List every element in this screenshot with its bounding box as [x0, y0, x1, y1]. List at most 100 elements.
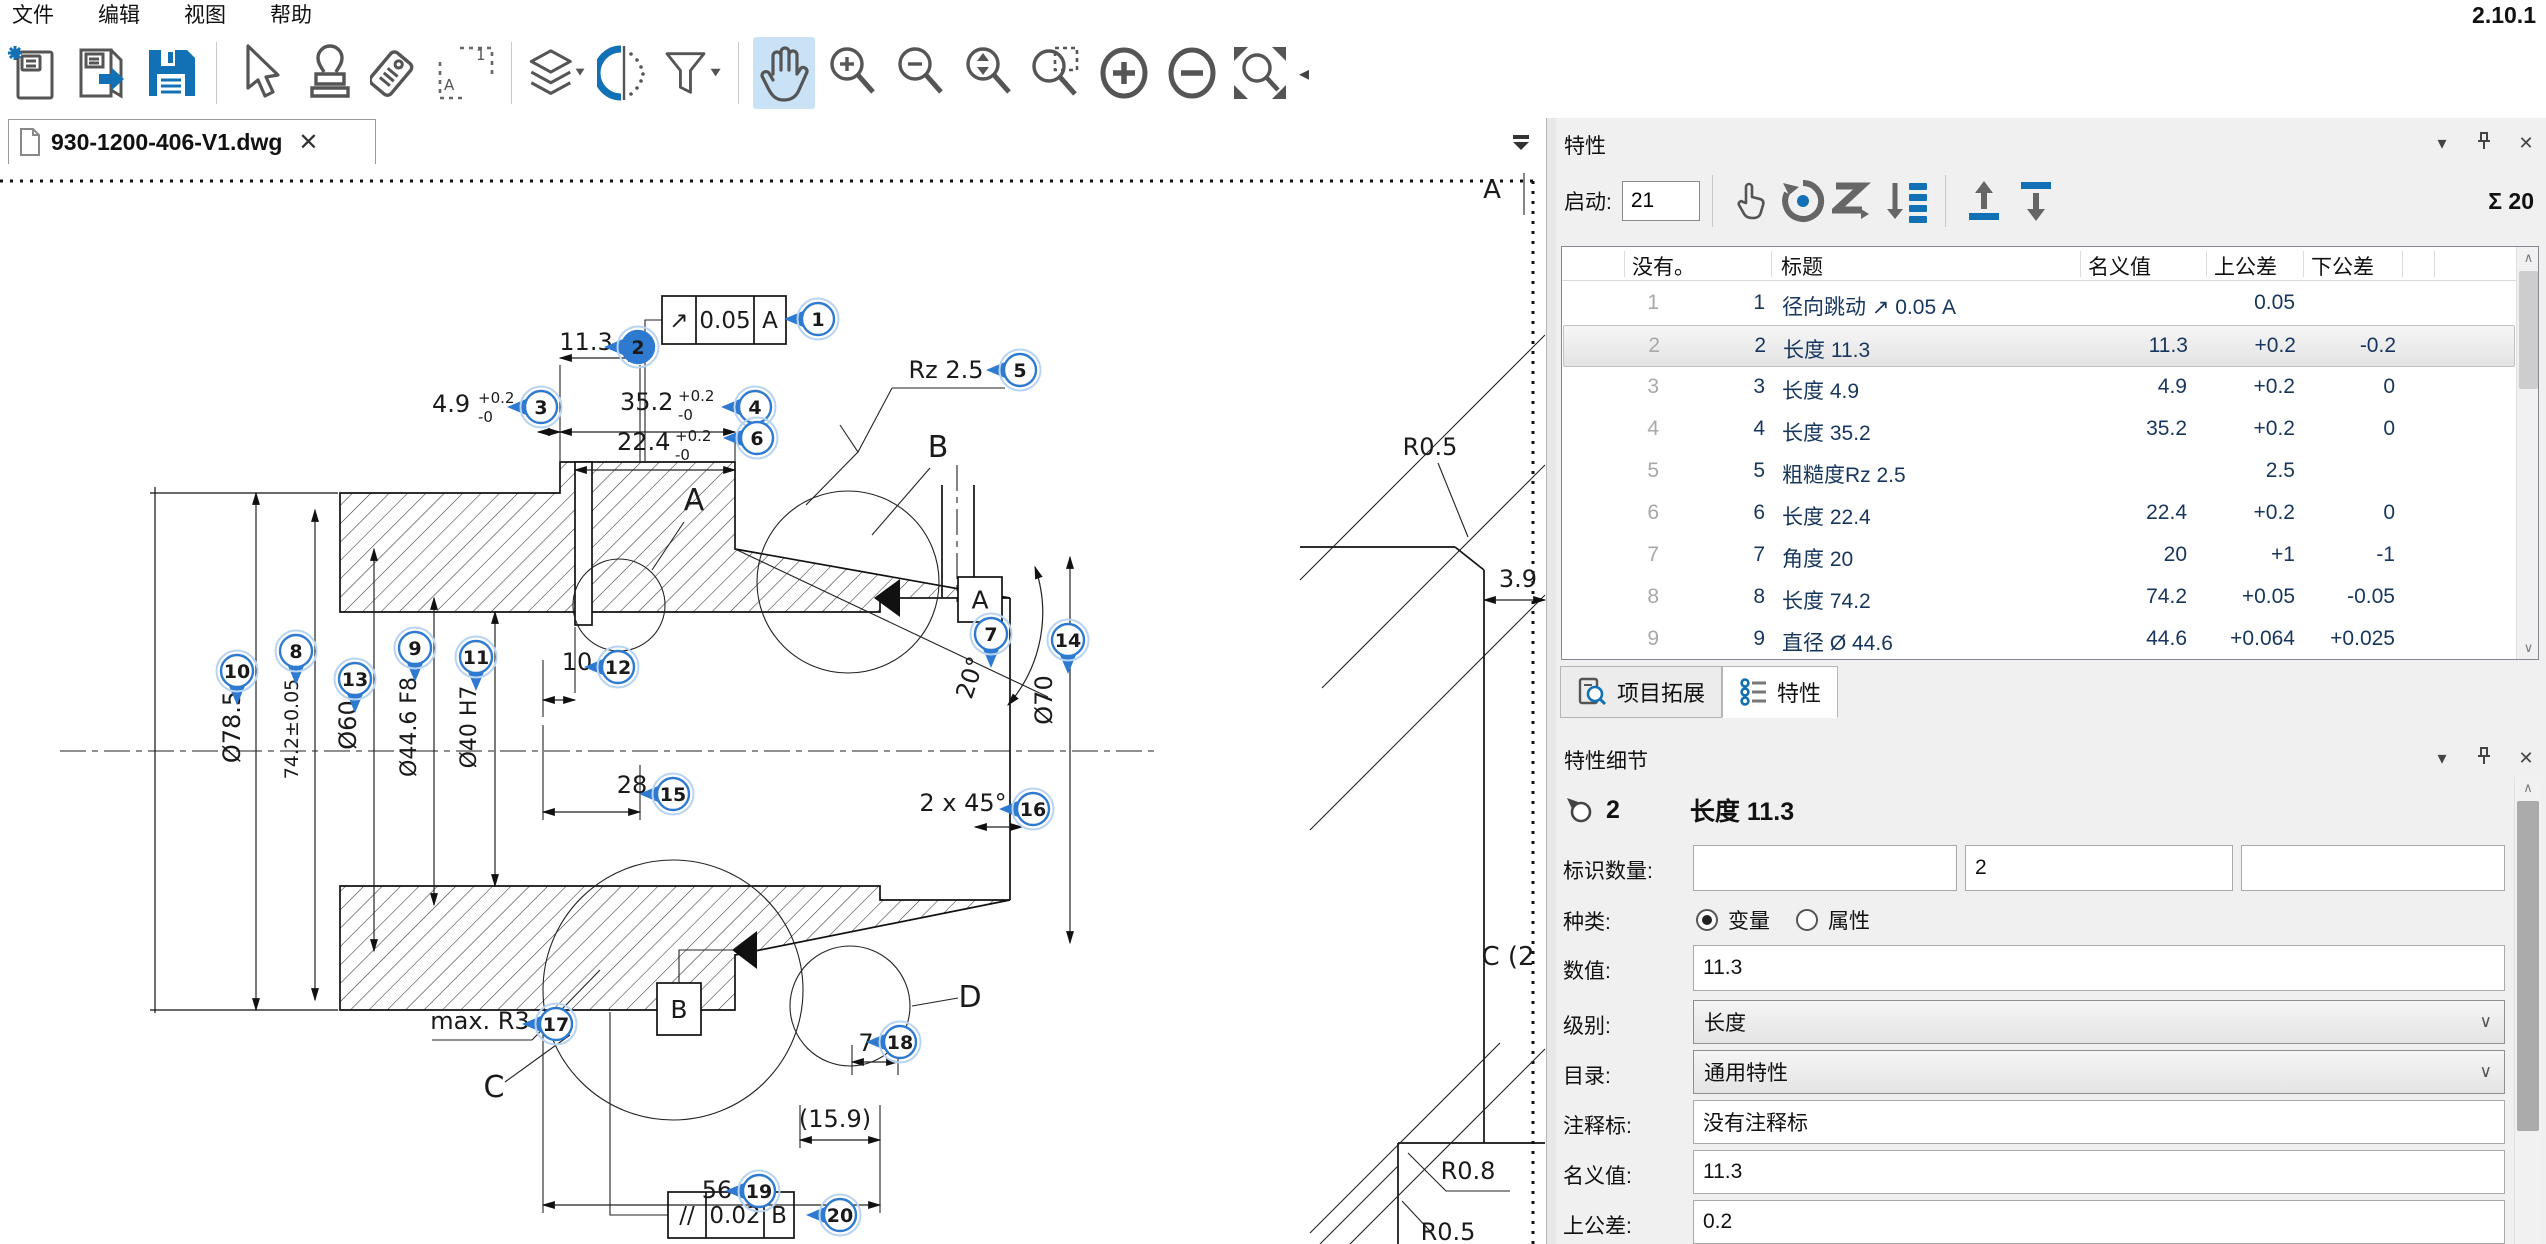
close-panel-icon[interactable]: ✕	[2516, 748, 2536, 769]
pin-icon[interactable]	[2474, 747, 2494, 770]
note-input[interactable]	[1693, 1100, 2505, 1144]
column-header-upper[interactable]: 上公差	[2214, 251, 2277, 281]
panel-splitter[interactable]	[1546, 118, 1556, 1244]
stamp-tool-button[interactable]	[299, 37, 361, 109]
window-list-icon[interactable]	[1506, 128, 1536, 156]
tab-close-icon[interactable]: ✕	[298, 128, 318, 157]
tab-project-expand[interactable]: 项目拓展	[1560, 666, 1722, 718]
leader-lines	[432, 320, 1005, 1215]
value-input[interactable]	[1693, 945, 2505, 991]
radio-attribute[interactable]	[1796, 909, 1818, 931]
detail-scrollbar[interactable]: ∧	[2514, 777, 2541, 1244]
panel-tab-strip: 项目拓展 特性	[1560, 666, 1838, 722]
cell: +0.025	[2285, 627, 2395, 651]
catalog-dropdown[interactable]: 通用特性 ∨	[1693, 1050, 2505, 1094]
field-note: 注释标:	[1556, 1100, 2546, 1145]
table-row[interactable]: 11径向跳动 ↗ 0.05 A0.05	[1563, 283, 2515, 325]
export-icon[interactable]	[2010, 175, 2062, 227]
cell: 长度 22.4	[1782, 501, 1871, 531]
close-panel-icon[interactable]: ✕	[2516, 133, 2536, 154]
balloon-1[interactable]: 1	[784, 299, 839, 340]
panel-menu-icon[interactable]: ▾	[2432, 133, 2452, 154]
zoom-out-tool-button[interactable]	[889, 37, 951, 109]
nominal-input[interactable]	[1693, 1150, 2505, 1194]
cell: 5	[1599, 459, 1659, 483]
balloon-11[interactable]: 11	[456, 637, 497, 692]
balloon-8[interactable]: 8	[276, 631, 317, 686]
start-input[interactable]	[1622, 181, 1700, 221]
column-header-title[interactable]: 标题	[1781, 251, 1823, 281]
replay-icon[interactable]	[1777, 175, 1829, 227]
svg-text:B: B	[771, 1203, 787, 1229]
class-dropdown[interactable]: 长度 ∨	[1693, 1000, 2505, 1044]
increase-button[interactable]	[1093, 37, 1155, 109]
zoom-in-tool-button[interactable]	[821, 37, 883, 109]
pan-hand-tool-button[interactable]	[753, 37, 815, 109]
table-row[interactable]: 99直径 Ø 44.644.6+0.064+0.025	[1563, 619, 2515, 660]
cell: 0.05	[2185, 291, 2295, 315]
balloon-3[interactable]: 3	[507, 387, 562, 428]
table-row[interactable]: 55粗糙度Rz 2.52.5	[1563, 451, 2515, 493]
datum-flag-A: A	[958, 577, 1002, 622]
layers-tool-button[interactable]	[526, 37, 588, 109]
filter-tool-button[interactable]	[662, 37, 724, 109]
upper-tolerance-input[interactable]	[1693, 1200, 2505, 1244]
balloon-14[interactable]: 14	[1048, 620, 1089, 675]
scroll-up-icon[interactable]: ∧	[2517, 247, 2539, 269]
column-header-lower[interactable]: 下公差	[2311, 251, 2374, 281]
save-button[interactable]	[140, 37, 202, 109]
table-row[interactable]: 44长度 35.235.2+0.20	[1563, 409, 2515, 451]
renumber-icon[interactable]	[1829, 175, 1881, 227]
zoom-window-tool-button[interactable]	[1025, 37, 1087, 109]
select-tool-button[interactable]	[231, 37, 293, 109]
cell: 6	[1599, 501, 1659, 525]
panel-menu-icon[interactable]: ▾	[2432, 748, 2452, 769]
balloon-6[interactable]: 6	[723, 418, 778, 459]
decrease-button[interactable]	[1161, 37, 1223, 109]
id-count-input-1[interactable]	[1693, 845, 1957, 891]
capture-region-tool-button[interactable]: 1A	[435, 37, 497, 109]
pointer-icon[interactable]	[1725, 175, 1777, 227]
balloon-20[interactable]: 20	[806, 1195, 861, 1236]
cell: 5	[1655, 459, 1765, 483]
menu-help[interactable]: 帮助	[270, 0, 312, 29]
tag-tool-button[interactable]	[367, 37, 429, 109]
collapse-toolbar-icon[interactable]: ◂	[1299, 61, 1309, 86]
cell: 22.4	[2077, 501, 2187, 525]
tab-characteristics[interactable]: 特性	[1722, 666, 1838, 718]
table-row[interactable]: 33长度 4.94.9+0.20	[1563, 367, 2515, 409]
table-row[interactable]: 22长度 11.311.3+0.2-0.2	[1563, 325, 2515, 367]
balloon-16[interactable]: 16	[999, 789, 1054, 830]
mirror-tool-button[interactable]	[594, 37, 656, 109]
menu-edit[interactable]: 编辑	[98, 0, 140, 29]
table-row[interactable]: 66长度 22.422.4+0.20	[1563, 493, 2515, 535]
pin-icon[interactable]	[2474, 132, 2494, 155]
list-order-icon[interactable]	[1881, 175, 1933, 227]
scroll-up-icon[interactable]: ∧	[2515, 777, 2541, 799]
cell: 2	[1600, 334, 1660, 358]
drawing-canvas[interactable]: ↗0.05A//0.02B AB 11.34.9+0.2-035.2+0.2-0…	[0, 165, 1546, 1244]
table-row[interactable]: 88长度 74.274.2+0.05-0.05	[1563, 577, 2515, 619]
menu-view[interactable]: 视图	[184, 0, 226, 29]
radio-variable[interactable]	[1696, 909, 1718, 931]
open-document-button[interactable]	[72, 37, 134, 109]
table-scrollbar[interactable]: ∧ ∨	[2516, 247, 2539, 659]
id-count-input-3[interactable]	[2241, 845, 2505, 891]
document-tab-bar: 930-1200-406-V1.dwg ✕	[0, 118, 1546, 165]
import-icon[interactable]	[1958, 175, 2010, 227]
balloon-5[interactable]: 5	[986, 350, 1041, 391]
zoom-fit-tool-button[interactable]	[1229, 37, 1291, 109]
balloon-9[interactable]: 9	[395, 628, 436, 683]
column-header-no[interactable]: 没有。	[1632, 251, 1695, 281]
menu-file[interactable]: 文件	[12, 0, 54, 29]
chevron-down-icon: ∨	[2480, 1062, 2492, 1082]
scroll-down-icon[interactable]: ∨	[2517, 637, 2539, 659]
id-count-input-2[interactable]	[1965, 845, 2233, 891]
svg-text:16: 16	[1020, 799, 1046, 821]
zoom-dynamic-tool-button[interactable]	[957, 37, 1019, 109]
table-row[interactable]: 77角度 2020+1-1	[1563, 535, 2515, 577]
column-header-nominal[interactable]: 名义值	[2088, 251, 2151, 281]
balloon-18[interactable]: 18	[866, 1022, 921, 1063]
new-document-button[interactable]	[4, 37, 66, 109]
document-tab[interactable]: 930-1200-406-V1.dwg ✕	[8, 119, 376, 164]
